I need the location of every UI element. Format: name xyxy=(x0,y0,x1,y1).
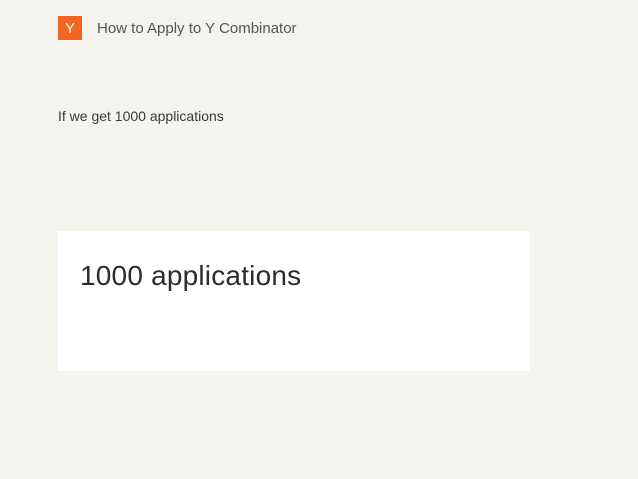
logo-letter: Y xyxy=(64,19,75,37)
panel-heading: 1000 applications xyxy=(80,260,302,291)
slide-header: Y How to Apply to Y Combinator xyxy=(58,16,297,40)
slide-subtitle: If we get 1000 applications xyxy=(58,108,224,124)
y-combinator-logo: Y xyxy=(58,16,82,40)
content-panel: 1000 applications xyxy=(58,231,530,371)
presentation-title: How to Apply to Y Combinator xyxy=(97,19,297,37)
